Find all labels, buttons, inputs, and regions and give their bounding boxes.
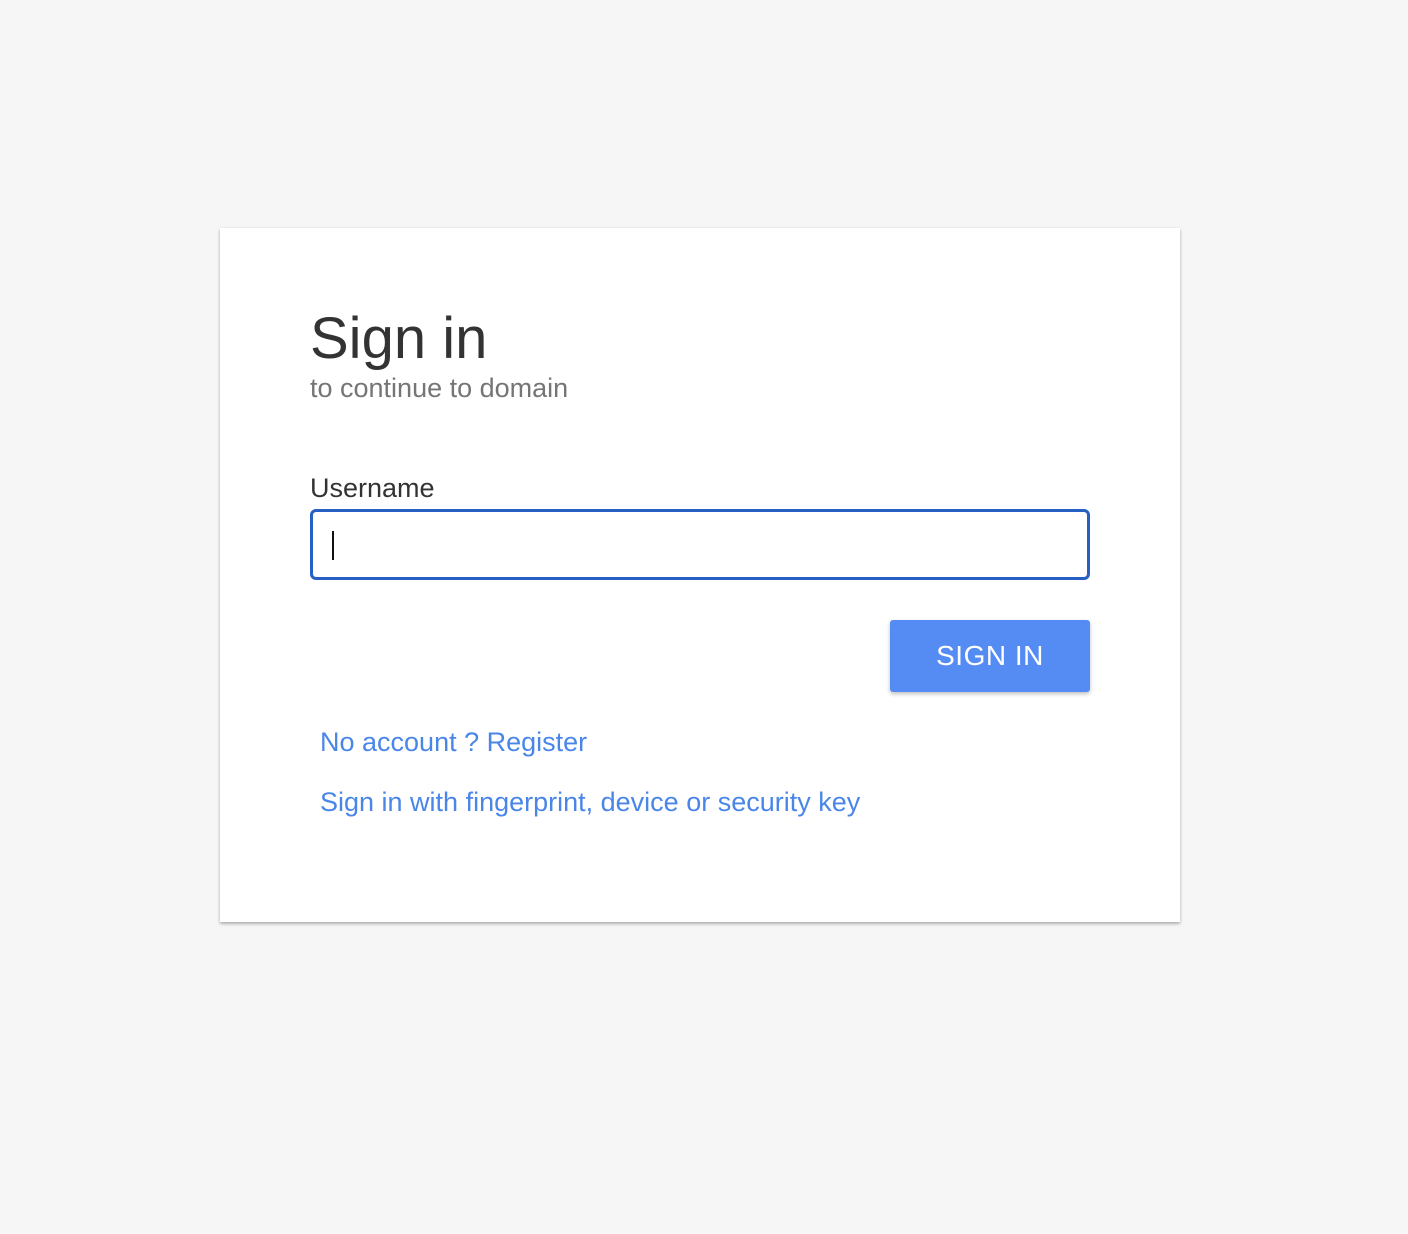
username-label: Username [310,473,435,503]
text-cursor [332,531,334,560]
username-field-container[interactable] [310,509,1090,580]
signin-card: Sign in to continue to domain Username S… [220,228,1180,922]
page-subtitle: to continue to domain [310,373,569,403]
sign-in-button[interactable]: SIGN IN [890,620,1090,692]
register-link[interactable]: No account ? Register [320,726,587,758]
page-title: Sign in [310,306,488,371]
security-key-signin-link[interactable]: Sign in with fingerprint, device or secu… [320,786,860,818]
username-input[interactable] [313,512,1087,577]
